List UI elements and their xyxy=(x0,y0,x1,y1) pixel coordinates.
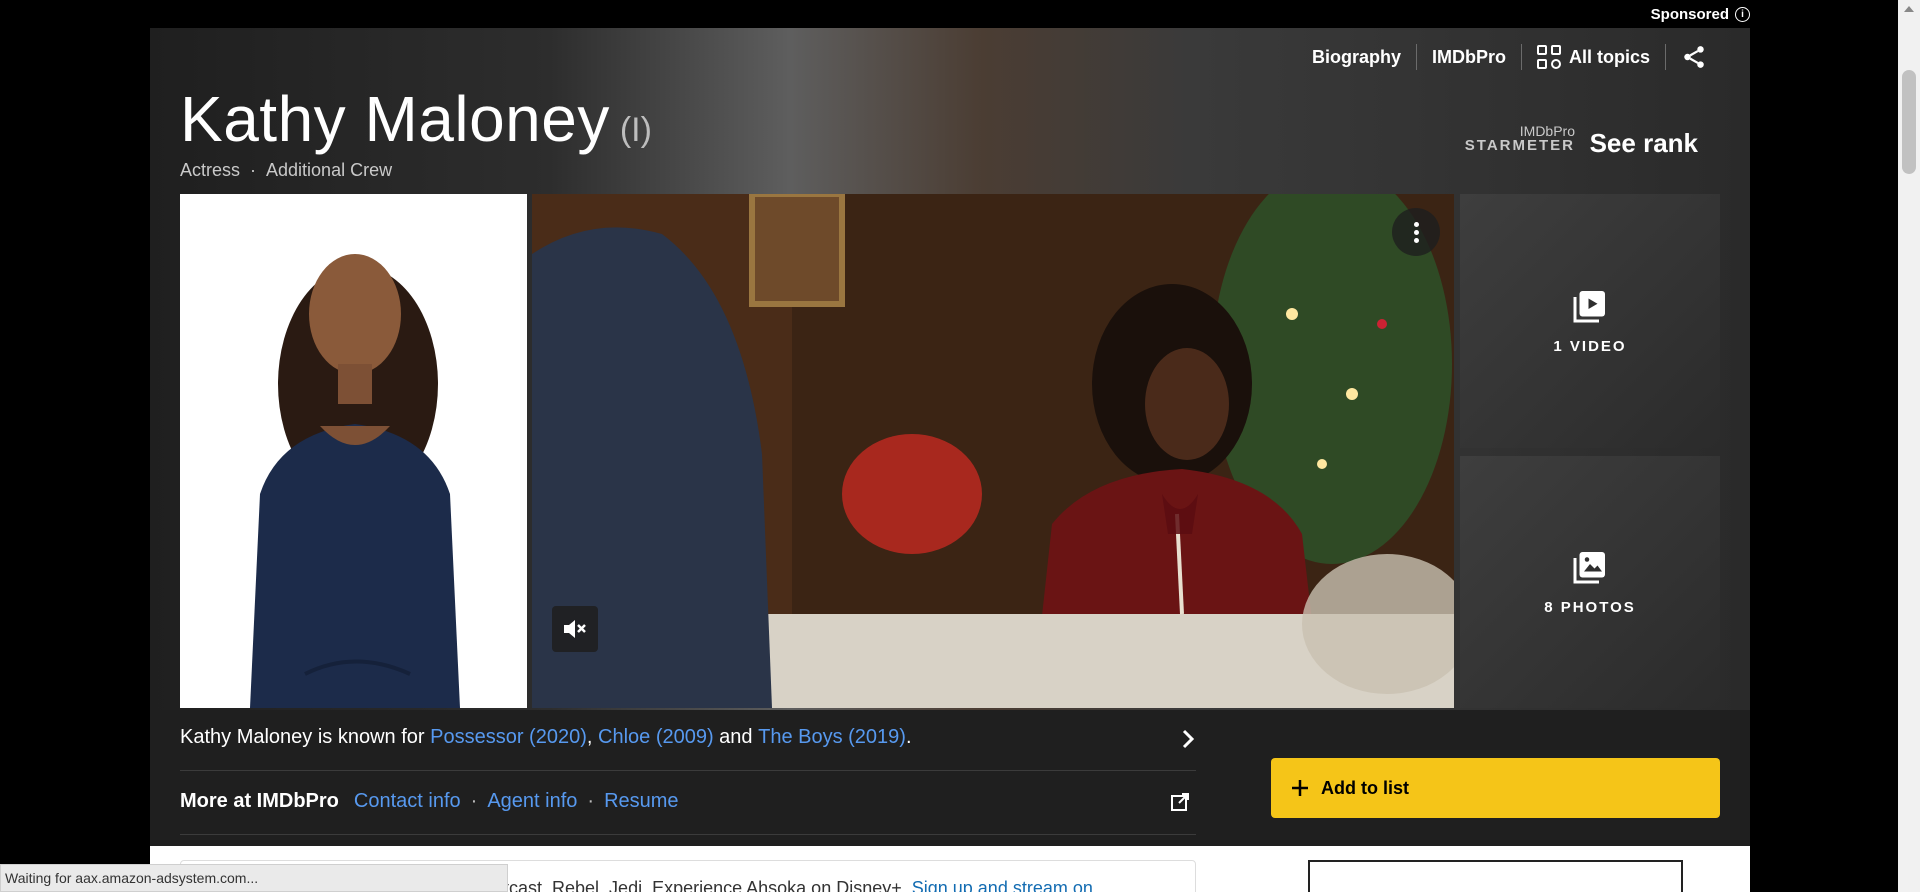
section-divider xyxy=(180,770,1196,771)
photos-tile[interactable]: 8 PHOTOS xyxy=(1460,456,1720,708)
role-additional-crew: Additional Crew xyxy=(266,160,393,180)
imdb-page: Sponsored i Biography IMDbPro All topics… xyxy=(0,0,1920,892)
known-for-and: and xyxy=(713,726,759,748)
video-player[interactable] xyxy=(532,194,1454,708)
known-for-chloe-link[interactable]: Chloe (2009) xyxy=(598,726,714,749)
more-at-imdbpro-heading: More at IMDbPro xyxy=(180,790,339,812)
info-icon[interactable]: i xyxy=(1735,7,1750,22)
scroll-up-arrow-icon[interactable] xyxy=(1904,6,1914,12)
person-roles: Actress · Additional Crew xyxy=(180,160,392,181)
person-title: Kathy Maloney (I) xyxy=(180,82,652,156)
add-to-list-label: Add to list xyxy=(1321,777,1409,798)
photo-library-icon xyxy=(1573,551,1605,583)
starmeter[interactable]: IMDbPro STARMETER xyxy=(1465,124,1575,153)
muted-speaker-icon xyxy=(564,620,586,638)
add-to-list-button[interactable]: Add to list xyxy=(1271,758,1720,818)
starmeter-label: STARMETER xyxy=(1464,137,1575,154)
video-frame xyxy=(532,194,1454,708)
share-button[interactable] xyxy=(1666,44,1722,70)
known-for-prefix: Kathy Maloney is known for xyxy=(180,726,431,748)
portrait-image xyxy=(180,194,527,708)
known-for-the-boys-link[interactable]: The Boys (2019) xyxy=(758,726,906,749)
browser-status-bar: Waiting for aax.amazon-adsystem.com... xyxy=(0,864,508,892)
chevron-right-icon[interactable] xyxy=(1180,728,1196,750)
video-menu-button[interactable] xyxy=(1392,208,1440,256)
contact-info-link[interactable]: Contact info xyxy=(354,790,461,813)
scrollbar[interactable] xyxy=(1898,0,1920,892)
scrollbar-thumb[interactable] xyxy=(1902,70,1916,174)
known-for-period: . xyxy=(905,726,912,748)
ad-box[interactable] xyxy=(1308,860,1683,892)
nav-biography[interactable]: Biography xyxy=(1297,47,1416,68)
agent-info-link[interactable]: Agent info xyxy=(487,790,577,813)
link-separator: · xyxy=(587,790,595,812)
role-separator: · xyxy=(250,160,257,180)
resume-link[interactable]: Resume xyxy=(604,790,678,813)
starmeter-pro-label: IMDbPro xyxy=(1519,123,1575,139)
promo-text: Outcast. Rebel. Jedi. Experience Ahsoka … xyxy=(480,878,1093,892)
videos-label: 1 VIDEO xyxy=(1553,337,1627,355)
top-nav: Biography IMDbPro All topics xyxy=(1297,44,1722,70)
known-for-comma: , xyxy=(586,726,598,748)
nav-all-topics[interactable]: All topics xyxy=(1522,45,1665,69)
nav-imdbpro-label: IMDbPro xyxy=(1431,46,1506,67)
all-topics-icon xyxy=(1536,45,1561,69)
sponsored-label[interactable]: Sponsored i xyxy=(1651,6,1750,23)
person-name: Kathy Maloney xyxy=(180,83,610,155)
link-separator: · xyxy=(470,790,478,812)
photos-label: 8 PHOTOS xyxy=(1544,598,1636,616)
promo-copy: Outcast. Rebel. Jedi. Experience Ahsoka … xyxy=(480,878,912,892)
share-icon xyxy=(1684,46,1704,68)
role-actress: Actress xyxy=(180,160,241,180)
videos-tile[interactable]: 1 VIDEO xyxy=(1460,194,1720,448)
person-disambiguation: (I) xyxy=(619,111,652,149)
more-at-imdbpro: More at IMDbPro Contact info · Agent inf… xyxy=(180,790,679,813)
known-for-line: Kathy Maloney is known for Possessor (20… xyxy=(180,726,912,749)
section-divider xyxy=(180,834,1196,835)
unmute-button[interactable] xyxy=(552,606,598,652)
nav-imdbpro[interactable]: IMDbPro xyxy=(1417,47,1521,68)
plus-icon xyxy=(1292,780,1308,796)
promo-signup-link[interactable]: Sign up and stream on xyxy=(912,878,1093,892)
video-library-icon xyxy=(1573,290,1605,322)
nav-all-topics-label: All topics xyxy=(1568,46,1650,67)
sponsored-text: Sponsored xyxy=(1650,6,1729,23)
external-link-icon[interactable] xyxy=(1170,792,1190,812)
known-for-possessor-link[interactable]: Possessor (2020) xyxy=(430,726,587,749)
person-photo[interactable] xyxy=(180,194,527,708)
nav-biography-label: Biography xyxy=(1311,46,1401,67)
see-rank-link[interactable]: See rank xyxy=(1590,128,1698,159)
